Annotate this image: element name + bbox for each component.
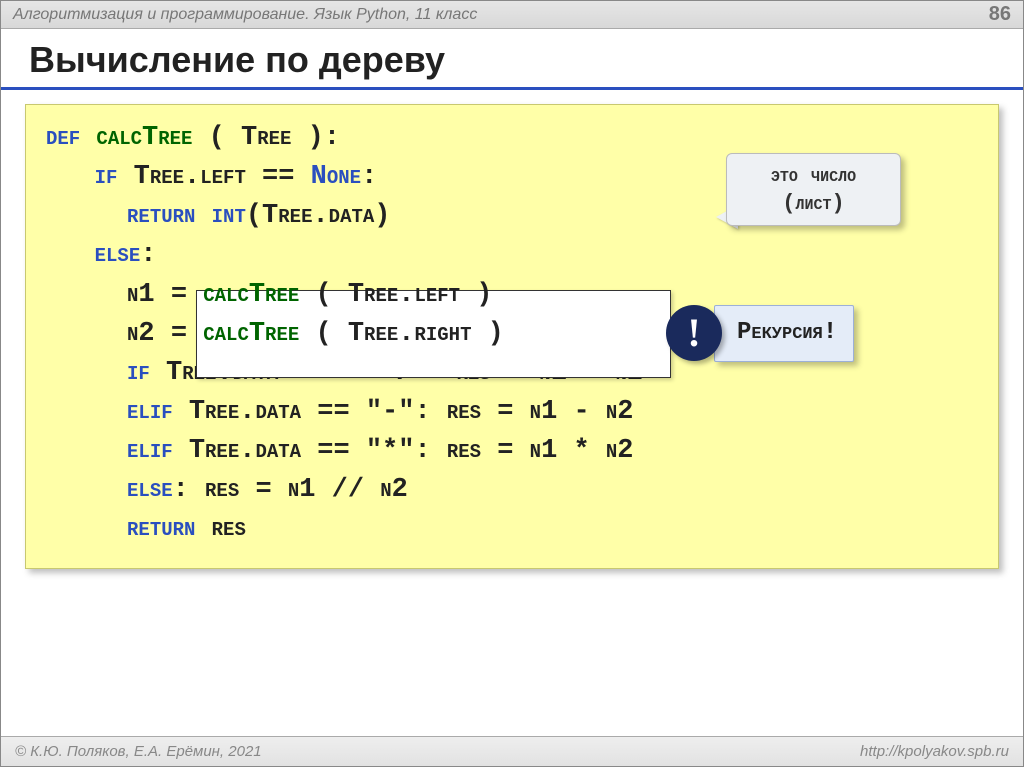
callout-line: это число <box>745 162 882 190</box>
code-line: n1 = calcTree ( Tree.left ) <box>46 276 978 315</box>
page-number: 86 <box>989 3 1011 26</box>
code-line: else: <box>46 236 978 275</box>
slide: Алгоритмизация и программирование. Язык … <box>0 0 1024 767</box>
code-line: elif Tree.data == "*": res = n1 * n2 <box>46 432 978 471</box>
code-line: else: res = n1 // n2 <box>46 471 978 510</box>
leaf-callout: это число (лист) <box>726 153 901 226</box>
code-line: n2 = calcTree ( Tree.right ) <box>46 315 978 354</box>
callout-line: (лист) <box>745 190 882 218</box>
exclamation-icon: ! <box>666 305 722 361</box>
course-title: Алгоритмизация и программирование. Язык … <box>13 6 477 24</box>
code-block: def calcTree ( Tree ): if Tree.left == N… <box>25 104 999 569</box>
copyright-text: © К.Ю. Поляков, Е.А. Ерёмин, 2021 <box>15 743 262 760</box>
footer-url: http://kpolyakov.spb.ru <box>860 743 1009 760</box>
code-line: elif Tree.data == "-": res = n1 - n2 <box>46 393 978 432</box>
header-bar: Алгоритмизация и программирование. Язык … <box>1 1 1023 29</box>
code-line: return res <box>46 510 978 549</box>
slide-title: Вычисление по дереву <box>1 29 1023 90</box>
footer-bar: © К.Ю. Поляков, Е.А. Ерёмин, 2021 http:/… <box>1 736 1023 766</box>
content-area: def calcTree ( Tree ): if Tree.left == N… <box>1 90 1023 736</box>
